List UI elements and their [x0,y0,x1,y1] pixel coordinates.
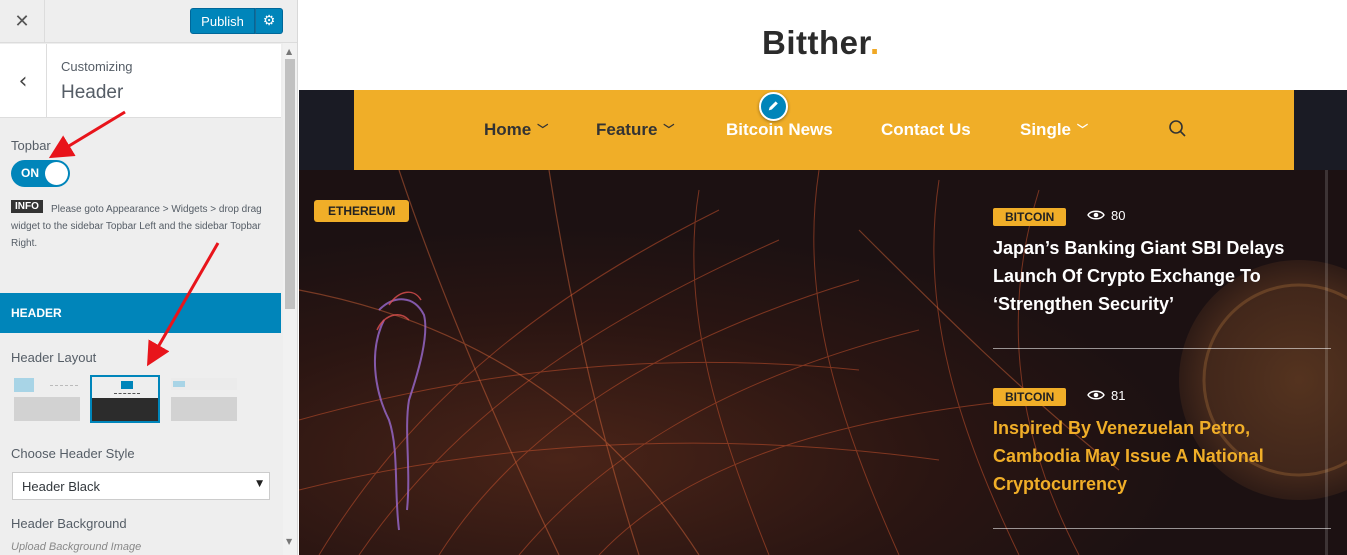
site-preview: Bitther. Home ﹀ Feature ﹀ Bitcoin News Con… [299,0,1347,555]
site-logo[interactable]: Bitther. [762,24,880,62]
nav-label: Bitcoin News [726,120,833,139]
nav-item-home[interactable]: Home ﹀ [484,120,548,140]
chevron-down-icon: ﹀ [537,123,549,136]
hero-section: ETHEREUM BITCOIN 80 Japan’s Banking Gian… [299,170,1347,555]
eye-icon [1087,210,1105,220]
post-divider [993,528,1331,529]
nav-label: Feature [596,120,658,139]
logo-dot: . [870,24,880,61]
view-count: 81 [1111,388,1126,403]
nav-item-feature[interactable]: Feature ﹀ [596,120,674,140]
category-badge[interactable]: ETHEREUM [314,200,410,222]
header-band: Home ﹀ Feature ﹀ Bitcoin News Contact Us S… [299,90,1347,170]
post-category-badge[interactable]: BITCOIN [993,208,1067,226]
chevron-down-icon: ﹀ [1077,123,1089,136]
nav-label: Single [1020,120,1072,139]
nav-item-single[interactable]: Single ﹀ [1020,120,1088,140]
main-navigation: Home ﹀ Feature ﹀ Bitcoin News Contact Us S… [354,90,1294,170]
nav-label: Contact Us [881,120,971,139]
post-title[interactable]: Inspired By Venezuelan Petro, Cambodia M… [993,414,1303,498]
nav-label: Home [484,120,532,139]
nav-item-bitcoin-news[interactable]: Bitcoin News [726,120,833,140]
search-icon[interactable] [1167,118,1189,140]
post-divider [993,348,1331,349]
view-count: 80 [1111,208,1126,223]
chevron-down-icon: ﹀ [663,123,675,136]
eye-icon [1087,390,1105,400]
annotation-arrows [48,110,220,367]
pencil-icon[interactable] [759,92,788,121]
logo-text: Bitther [762,24,871,61]
customizer-panel: ✕ Publish ⚙ ‹ Customizing Header Topbar … [0,0,298,555]
post-category-badge[interactable]: BITCOIN [993,388,1067,406]
nav-item-contact-us[interactable]: Contact Us [881,120,971,140]
preview-scroll-track [1325,170,1328,555]
post-title[interactable]: Japan’s Banking Giant SBI Delays Launch … [993,234,1303,318]
